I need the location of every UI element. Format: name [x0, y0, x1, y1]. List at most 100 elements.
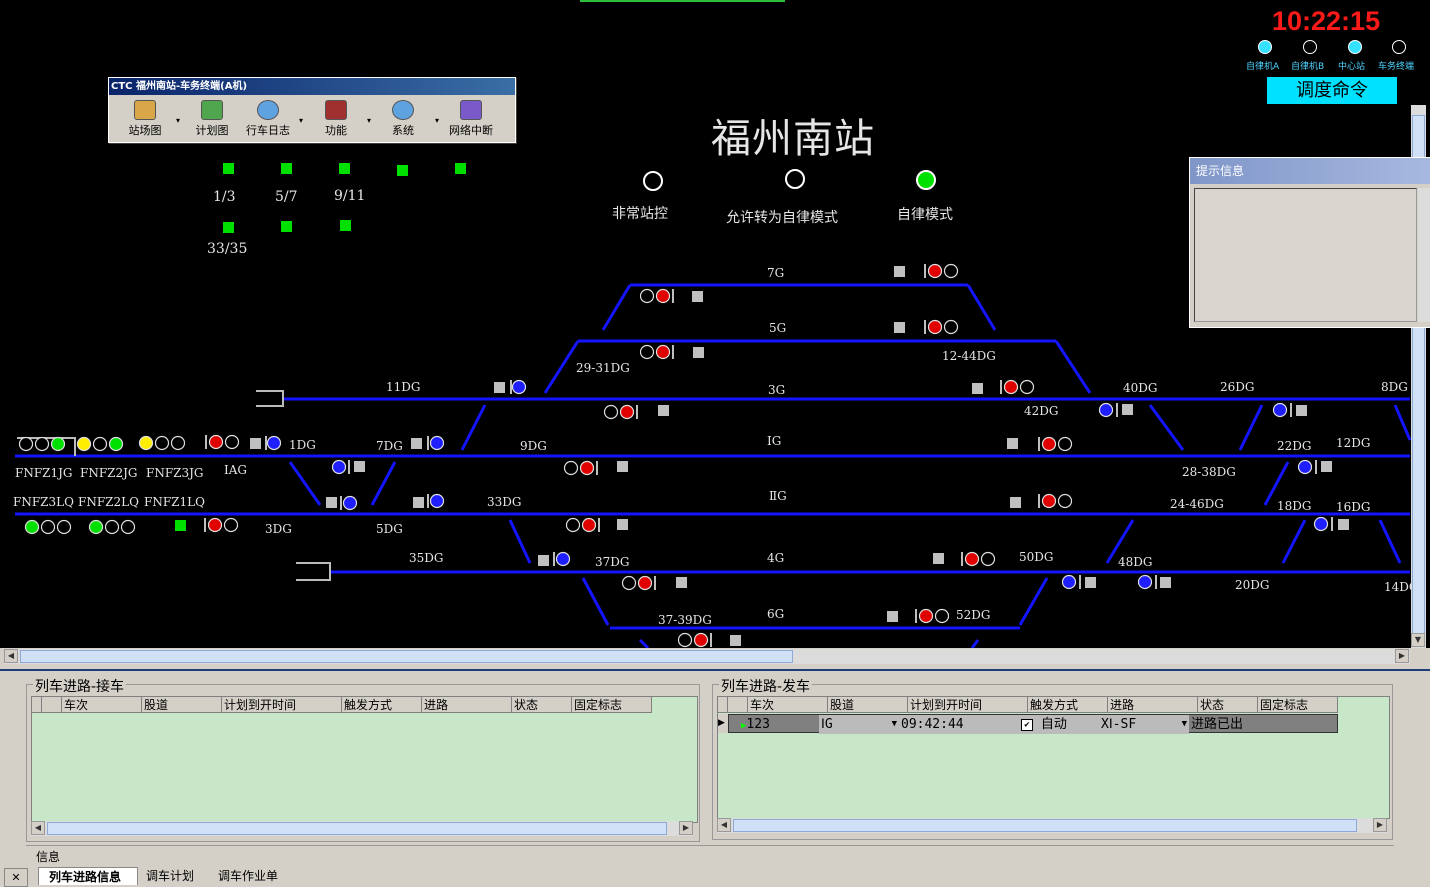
hint-scrollbar[interactable]	[1418, 188, 1430, 322]
track-label: 5DG	[376, 522, 403, 536]
table-row[interactable]: ▶123 ⅠG ▼ 09:42:44 ✔ 自动 XⅠ-SF ▼ 进路已出	[728, 714, 1338, 734]
ctc-window-title[interactable]: CTC 福州南站-车务终端(A机)	[109, 78, 515, 95]
receive-scroll-thumb[interactable]	[47, 822, 667, 835]
station-map-dropdown-icon[interactable]: ▾	[176, 116, 180, 125]
col-header-route[interactable]: 进路	[422, 697, 512, 713]
row-route-select[interactable]: XⅠ-SF ▼	[1099, 715, 1189, 734]
scroll-left-icon[interactable]: ◀	[31, 821, 45, 835]
log-button[interactable]: 行车日志	[241, 98, 295, 140]
scroll-right-icon[interactable]: ▶	[679, 821, 693, 835]
indicator-label: 自律机A	[1246, 62, 1280, 72]
row-fixed-cell[interactable]	[1249, 715, 1329, 734]
function-icon	[325, 100, 347, 120]
plan-label: 计划图	[195, 124, 229, 137]
track-label: 24-46DG	[1170, 497, 1224, 511]
indicator-light-b	[1303, 40, 1317, 54]
receive-route-grid[interactable]: 车次 股道 计划到开时间 触发方式 进路 状态 固定标志	[31, 696, 698, 823]
scroll-right-icon[interactable]: ▶	[1373, 818, 1387, 832]
checkbox-icon[interactable]: ✔	[1021, 718, 1033, 731]
chevron-down-icon[interactable]: ▼	[892, 715, 897, 734]
receive-panel-title: 列车进路-接车	[33, 676, 127, 696]
station-map-label: 站场图	[128, 124, 162, 137]
col-header-fixed[interactable]: 固定标志	[572, 697, 652, 713]
track-label: 3G	[768, 383, 786, 397]
track-label: 48DG	[1118, 555, 1153, 569]
receive-horizontal-scrollbar[interactable]: ◀ ▶	[31, 821, 693, 836]
col-header-train[interactable]: 车次	[62, 697, 142, 713]
signal-label: FNFZ1JG	[15, 466, 73, 480]
row-trigger-cell[interactable]: ✔ 自动	[1019, 715, 1099, 734]
depart-route-grid[interactable]: 车次 股道 计划到开时间 触发方式 进路 状态 固定标志 ▶ ▶123 ⅠG ▼…	[717, 696, 1390, 819]
depart-panel-title: 列车进路-发车	[719, 676, 813, 696]
col-header-status[interactable]: 状态	[512, 697, 572, 713]
col-header-time[interactable]: 计划到开时间	[908, 697, 1028, 713]
depart-horizontal-scrollbar[interactable]: ◀ ▶	[717, 818, 1387, 833]
close-icon[interactable]: ✕	[4, 868, 28, 887]
signal-label: FNFZ3LQ	[13, 495, 74, 509]
col-header-route[interactable]: 进路	[1108, 697, 1198, 713]
chevron-down-icon[interactable]: ▼	[1182, 715, 1187, 734]
track-label: 12-44DG	[942, 349, 996, 363]
mode-light-allow-autonomous	[785, 169, 805, 189]
tab-shunting-plan[interactable]: 调车计划	[146, 867, 212, 885]
network-button[interactable]: 网络中断	[445, 98, 497, 140]
function-button[interactable]: 功能	[315, 98, 357, 140]
scroll-left-icon[interactable]: ◀	[717, 818, 731, 832]
info-group: 信息	[26, 845, 1394, 865]
col-header-status[interactable]: 状态	[1198, 697, 1258, 713]
col-header-trigger[interactable]: 触发方式	[342, 697, 422, 713]
track-label: 28-38DG	[1182, 465, 1236, 479]
log-icon	[257, 100, 279, 120]
ctc-toolbar-window[interactable]: CTC 福州南站-车务终端(A机) 站场图 ▾ 计划图 行车日志 ▾ 功能 ▾ …	[108, 77, 516, 143]
log-dropdown-icon[interactable]: ▾	[299, 116, 303, 125]
track-label: 5G	[769, 321, 787, 335]
dispatch-command-button[interactable]: 调度命令	[1267, 77, 1397, 104]
mode-label-emergency: 非常站控	[612, 206, 668, 222]
col-header-time[interactable]: 计划到开时间	[222, 697, 342, 713]
row-selector-icon[interactable]: ▶	[718, 714, 728, 733]
function-dropdown-icon[interactable]: ▾	[367, 116, 371, 125]
yard-horizontal-scrollbar[interactable]: ◀ ▶	[4, 649, 1410, 664]
row-track-select[interactable]: ⅠG ▼	[819, 715, 899, 734]
col-header-track[interactable]: 股道	[142, 697, 222, 713]
system-button[interactable]: 系统	[383, 98, 423, 140]
system-label: 系统	[392, 124, 414, 137]
station-map-icon	[134, 100, 156, 120]
scroll-right-icon[interactable]: ▶	[1395, 649, 1409, 663]
bottom-tab-bar: ✕ 列车进路信息 调车计划 调车作业单	[0, 865, 1430, 887]
plan-button[interactable]: 计划图	[189, 98, 235, 140]
scroll-left-icon[interactable]: ◀	[4, 649, 18, 663]
signal-label: FNFZ2JG	[80, 466, 138, 480]
track-label: 33DG	[487, 495, 522, 509]
row-train-cell[interactable]: ▶123	[739, 715, 819, 734]
splitter[interactable]	[0, 669, 1430, 671]
row-selector-header	[718, 697, 728, 713]
track-label: 52DG	[956, 608, 991, 622]
info-label: 信息	[34, 848, 63, 865]
track-label: 3DG	[265, 522, 292, 536]
system-dropdown-icon[interactable]: ▾	[435, 116, 439, 125]
depart-scroll-thumb[interactable]	[733, 819, 1357, 832]
yard-horizontal-scroll-thumb[interactable]	[20, 650, 793, 663]
scroll-down-icon[interactable]: ▼	[1411, 633, 1425, 647]
mode-light-autonomous	[916, 170, 936, 190]
log-label: 行车日志	[246, 124, 290, 137]
switch-label-1-3: 1/3	[213, 189, 236, 205]
col-header-track[interactable]: 股道	[828, 697, 908, 713]
function-label: 功能	[325, 124, 347, 137]
switch-label-33-35: 33/35	[207, 241, 248, 257]
col-header-trigger[interactable]: 触发方式	[1028, 697, 1108, 713]
hint-panel-body[interactable]	[1194, 188, 1417, 322]
tab-shunting-job[interactable]: 调车作业单	[218, 867, 294, 885]
mode-light-emergency	[643, 171, 663, 191]
track-label: 40DG	[1123, 381, 1158, 395]
track-label: ⅠG	[767, 434, 782, 448]
indicator-light-terminal	[1392, 40, 1406, 54]
station-map-button[interactable]: 站场图	[121, 98, 169, 140]
row-time-cell[interactable]: 09:42:44	[899, 715, 1019, 734]
depart-route-panel: 列车进路-发车 车次 股道 计划到开时间 触发方式 进路 状态 固定标志 ▶ ▶…	[712, 676, 1393, 840]
col-header-train[interactable]: 车次	[748, 697, 828, 713]
col-header-fixed[interactable]: 固定标志	[1258, 697, 1338, 713]
top-status-bar	[580, 0, 785, 2]
tab-train-route-info[interactable]: 列车进路信息	[38, 867, 138, 885]
